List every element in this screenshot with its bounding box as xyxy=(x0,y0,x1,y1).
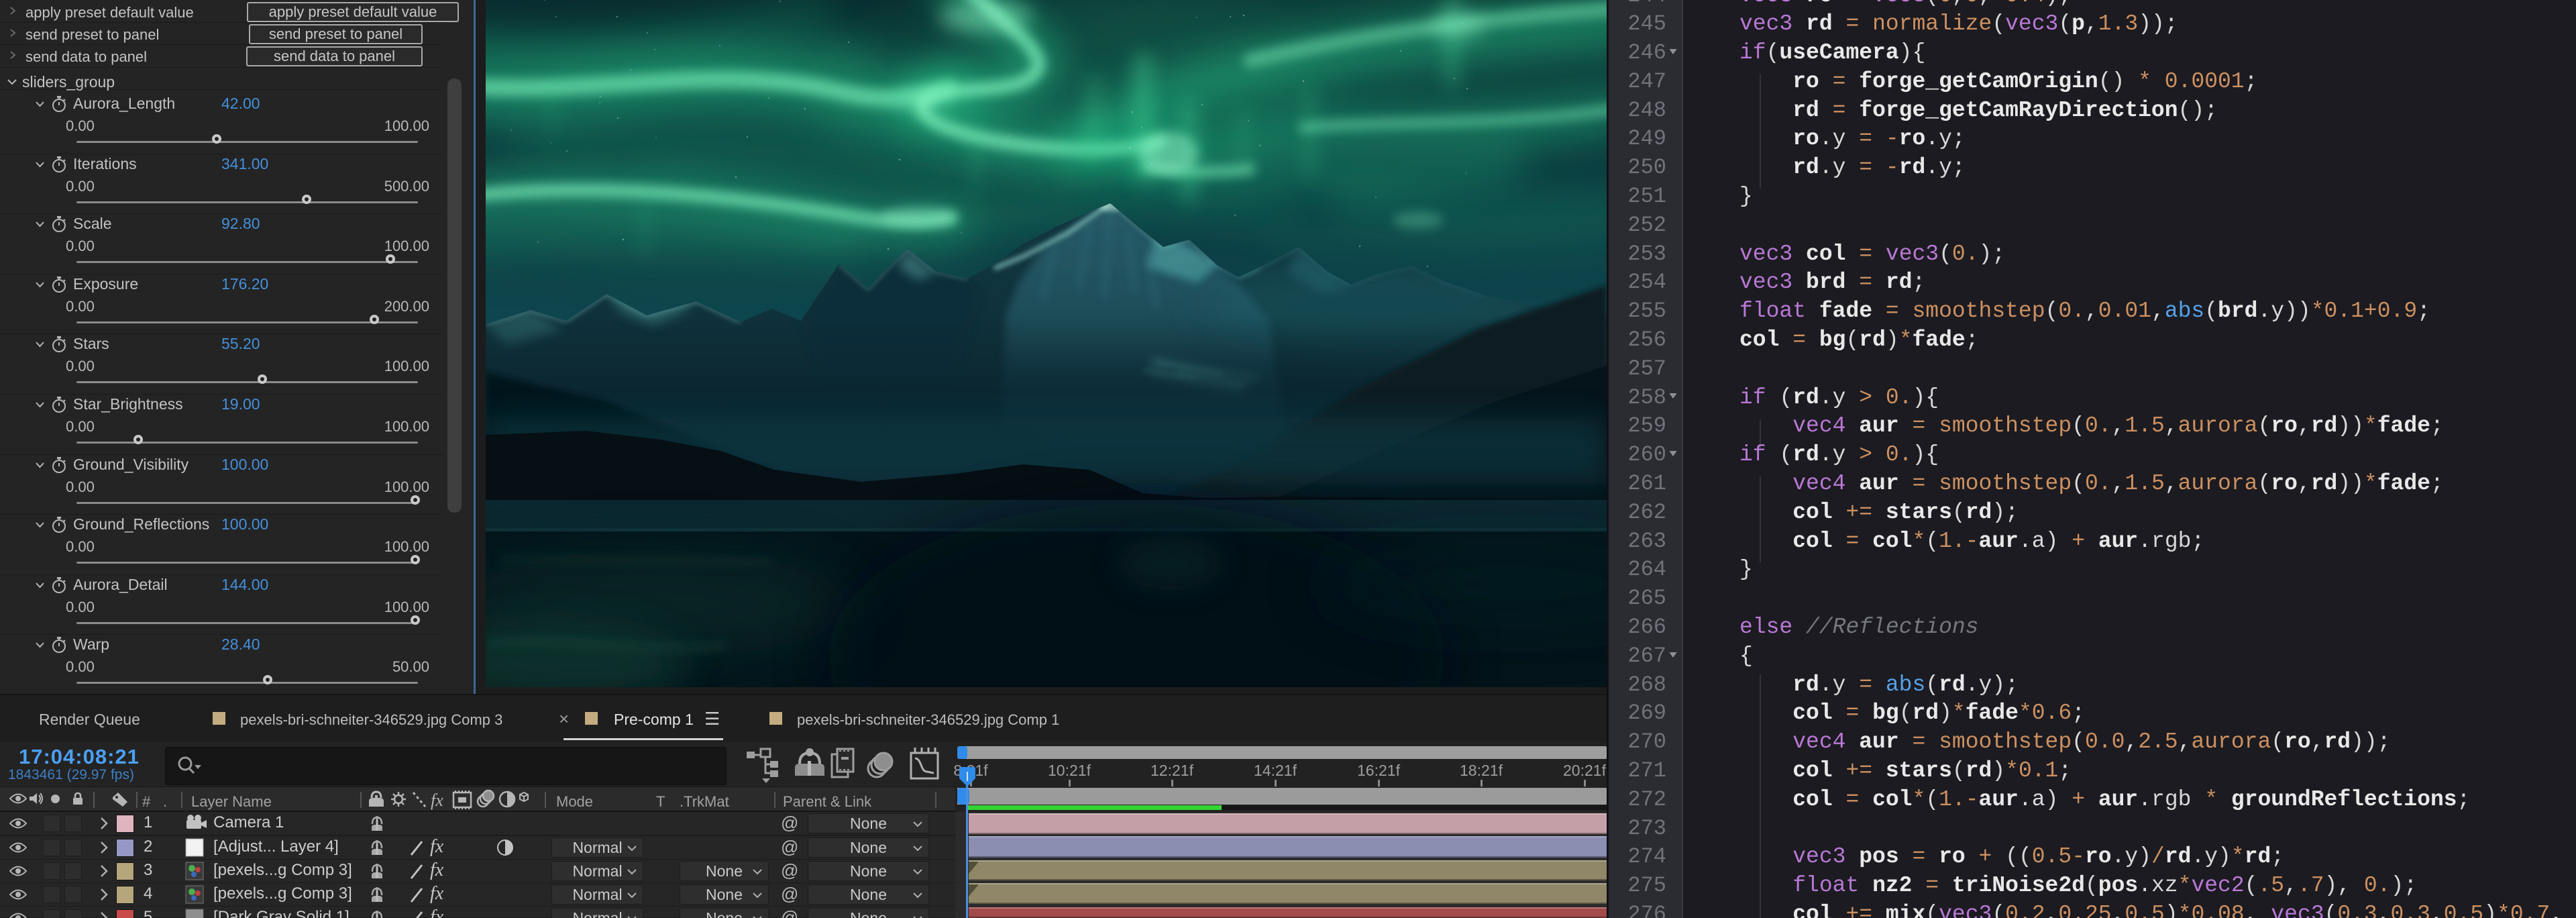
svg-text:fx: fx xyxy=(431,790,443,810)
